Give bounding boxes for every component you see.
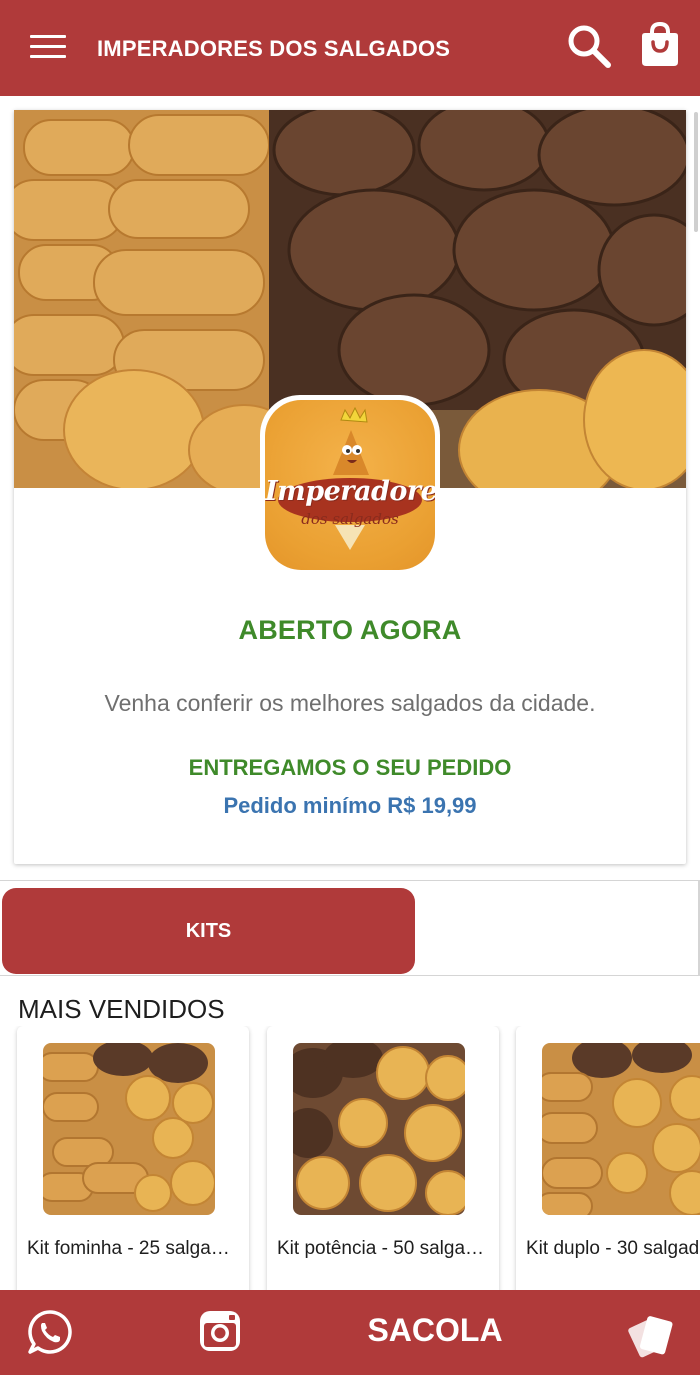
product-image <box>293 1043 465 1215</box>
tab-kits[interactable]: KITS <box>2 888 415 974</box>
store-tagline: Venha conferir os melhores salgados da c… <box>104 690 596 716</box>
logo-text: Imperadores <box>265 476 435 507</box>
top-app-bar: IMPERADORES DOS SALGADOS <box>0 0 700 96</box>
product-carousel[interactable]: Kit fominha - 25 salgados Kit potência -… <box>0 1026 700 1290</box>
sacola-button[interactable]: SACOLA <box>330 1312 540 1349</box>
product-card[interactable]: Kit fominha - 25 salgados <box>17 1026 249 1290</box>
logo-subtext: dos salgados <box>301 510 399 528</box>
product-name: Kit potência - 50 salgados <box>277 1238 487 1259</box>
scrollbar[interactable] <box>694 112 698 232</box>
store-logo: Imperadores dos salgados <box>260 395 440 575</box>
shopping-bag-icon[interactable] <box>638 20 682 68</box>
category-tabs: KITS <box>0 880 700 976</box>
product-name: Kit fominha - 25 salgados <box>27 1238 237 1259</box>
search-icon[interactable] <box>565 22 613 70</box>
product-card[interactable]: Kit duplo - 30 salgados <box>516 1026 700 1290</box>
open-status: ABERTO AGORA <box>238 615 462 645</box>
product-name: Kit duplo - 30 salgados <box>526 1238 700 1259</box>
section-title: MAIS VENDIDOS <box>18 994 225 1024</box>
product-image <box>43 1043 215 1215</box>
product-card[interactable]: Kit potência - 50 salgados <box>267 1026 499 1290</box>
delivery-info: ENTREGAMOS O SEU PEDIDO <box>188 755 512 780</box>
cards-icon[interactable] <box>625 1308 675 1358</box>
whatsapp-icon[interactable] <box>27 1309 73 1355</box>
bottom-nav-bar: SACOLA <box>0 1290 700 1375</box>
app-title: IMPERADORES DOS SALGADOS <box>97 36 451 61</box>
instagram-icon[interactable] <box>198 1309 242 1353</box>
minimum-order: Pedido minímo R$ 19,99 <box>223 793 477 818</box>
product-image <box>542 1043 700 1215</box>
hamburger-menu-icon[interactable] <box>30 35 66 61</box>
store-info-card: Imperadores dos salgados ABERTO AGORA Ve… <box>14 110 686 864</box>
